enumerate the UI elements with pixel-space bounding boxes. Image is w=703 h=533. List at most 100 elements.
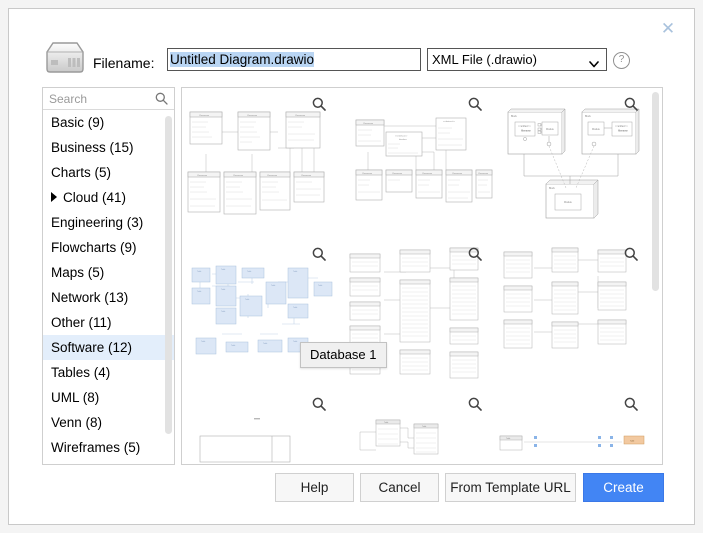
- sidebar-item-tables[interactable]: Tables (4): [43, 360, 174, 385]
- svg-text:Table: Table: [197, 291, 201, 293]
- dialog-header: Filename: Untitled Diagram.drawio XML Fi…: [9, 9, 696, 83]
- create-button[interactable]: Create: [583, 473, 664, 502]
- sidebar-item-wireframes[interactable]: Wireframes (5): [43, 435, 174, 460]
- expand-triangle-icon[interactable]: [51, 192, 57, 203]
- magnifier-icon[interactable]: [312, 247, 326, 261]
- svg-text:<<abstract>>: <<abstract>>: [443, 120, 456, 123]
- sidebar-item-software[interactable]: Software (12): [43, 335, 174, 360]
- svg-text:<<interface>>: <<interface>>: [395, 135, 408, 138]
- help-button[interactable]: Help: [275, 473, 354, 502]
- svg-text:Table: Table: [263, 343, 267, 345]
- screen: ✕ Filename: Untitled Diagram.drawio XML …: [0, 0, 703, 533]
- svg-text:filename: filename: [521, 130, 531, 133]
- svg-text:Classname: Classname: [301, 175, 312, 177]
- svg-text:Classname: Classname: [199, 115, 210, 117]
- filetype-select-value: XML File (.drawio): [432, 52, 537, 67]
- svg-text:Table: Table: [630, 441, 634, 443]
- sidebar-item-label: Cloud (41): [63, 190, 127, 205]
- sidebar-item-network[interactable]: Network (13): [43, 285, 174, 310]
- sidebar-item-label: Wireframes (5): [51, 440, 141, 455]
- svg-text:Table: Table: [247, 271, 251, 273]
- sidebar-item-venn[interactable]: Venn (8): [43, 410, 174, 435]
- svg-text:<<artifact>>: <<artifact>>: [518, 125, 531, 128]
- magnifier-icon[interactable]: [468, 247, 482, 261]
- svg-text:Table: Table: [201, 341, 205, 343]
- sidebar-item-charts[interactable]: Charts (5): [43, 160, 174, 185]
- template-row: Classname Classname Classname Classname …: [182, 88, 650, 238]
- magnifier-icon[interactable]: [468, 397, 482, 411]
- template-thumbnail[interactable]: [494, 238, 650, 388]
- svg-text:Module: Module: [592, 128, 601, 131]
- magnifier-icon[interactable]: [624, 97, 638, 111]
- search-icon: [155, 92, 168, 105]
- sidebar-item-maps[interactable]: Maps (5): [43, 260, 174, 285]
- sidebar-item-basic[interactable]: Basic (9): [43, 110, 174, 135]
- filename-input-value: Untitled Diagram.drawio: [170, 52, 315, 67]
- template-grid: Classname Classname Classname Classname …: [182, 88, 650, 464]
- template-scrollbar[interactable]: [652, 92, 659, 291]
- template-thumbnail[interactable]: Block <<artifact>> filename Module Block…: [494, 88, 650, 238]
- sidebar-item-label: Engineering (3): [51, 215, 144, 230]
- svg-text:Table: Table: [221, 269, 225, 271]
- svg-text:Table: Table: [384, 422, 388, 424]
- dialog-footer: Help Cancel From Template URL Create: [9, 473, 696, 523]
- template-thumbnail[interactable]: Classname Classname Classname Classname …: [182, 88, 338, 238]
- template-row: Table Table Table Table Table Table Table Ta…: [182, 238, 650, 388]
- magnifier-icon[interactable]: [312, 97, 326, 111]
- search-input-placeholder: Search: [49, 92, 88, 106]
- sidebar-item-cloud[interactable]: Cloud (41): [43, 185, 174, 210]
- category-panel: Search Basic (9) Business (15) Charts (5) C…: [42, 87, 175, 465]
- chevron-down-icon: [589, 54, 599, 68]
- sidebar-item-label: Other (11): [51, 315, 112, 330]
- svg-text:Table: Table: [221, 311, 225, 313]
- svg-text:filename: filename: [618, 130, 628, 133]
- svg-text:Table: Table: [231, 345, 235, 347]
- magnifier-icon[interactable]: [624, 247, 638, 261]
- sidebar-item-label: Basic (9): [51, 115, 105, 130]
- template-thumbnail[interactable]: [182, 388, 338, 464]
- svg-text:Table: Table: [245, 299, 249, 301]
- magnifier-icon[interactable]: [624, 397, 638, 411]
- svg-text:Classname: Classname: [267, 175, 278, 177]
- template-panel: Classname Classname Classname Classname …: [181, 87, 663, 465]
- template-row: Table Table Table Table: [182, 388, 650, 464]
- sidebar-item-label: Venn (8): [51, 415, 103, 430]
- sidebar-item-flowcharts[interactable]: Flowcharts (9): [43, 235, 174, 260]
- filetype-select[interactable]: XML File (.drawio): [427, 48, 607, 71]
- cancel-button[interactable]: Cancel: [360, 473, 439, 502]
- svg-text:Module: Module: [546, 128, 555, 131]
- magnifier-icon[interactable]: [468, 97, 482, 111]
- svg-text:Classname: Classname: [247, 115, 258, 117]
- from-template-url-button[interactable]: From Template URL: [445, 473, 576, 502]
- svg-text:Table: Table: [506, 438, 510, 440]
- sidebar-item-label: Charts (5): [51, 165, 112, 180]
- svg-text:Classname: Classname: [363, 123, 374, 125]
- search-input[interactable]: Search: [43, 88, 174, 110]
- magnifier-icon[interactable]: [312, 397, 326, 411]
- sidebar-item-label: Maps (5): [51, 265, 105, 280]
- svg-text:Classname: Classname: [295, 115, 306, 117]
- svg-text:Table: Table: [293, 307, 297, 309]
- help-icon[interactable]: ?: [613, 52, 630, 69]
- svg-text:Classname: Classname: [478, 173, 489, 175]
- category-list[interactable]: Basic (9) Business (15) Charts (5) Cloud (4…: [43, 110, 174, 464]
- svg-text:Interface: Interface: [399, 138, 408, 141]
- filename-input[interactable]: Untitled Diagram.drawio: [167, 48, 421, 71]
- template-tooltip: Database 1: [300, 342, 387, 368]
- svg-text:Classname: Classname: [197, 175, 208, 177]
- svg-text:Classname: Classname: [452, 173, 463, 175]
- sidebar-item-business[interactable]: Business (15): [43, 135, 174, 160]
- sidebar-item-other[interactable]: Other (11): [43, 310, 174, 335]
- svg-text:Classname: Classname: [233, 175, 244, 177]
- template-thumbnail[interactable]: Table Table: [494, 388, 650, 464]
- sidebar-item-label: Business (15): [51, 140, 134, 155]
- category-scrollbar[interactable]: [165, 116, 172, 434]
- svg-text:Classname: Classname: [422, 173, 433, 175]
- sidebar-item-uml[interactable]: UML (8): [43, 385, 174, 410]
- svg-text:Table: Table: [318, 285, 322, 287]
- sidebar-item-engineering[interactable]: Engineering (3): [43, 210, 174, 235]
- svg-text:Table: Table: [197, 271, 201, 273]
- svg-text:Table: Table: [293, 271, 297, 273]
- template-thumbnail[interactable]: Classname <<interface>> Interface <<abst…: [338, 88, 494, 238]
- template-thumbnail[interactable]: Table Table: [338, 388, 494, 464]
